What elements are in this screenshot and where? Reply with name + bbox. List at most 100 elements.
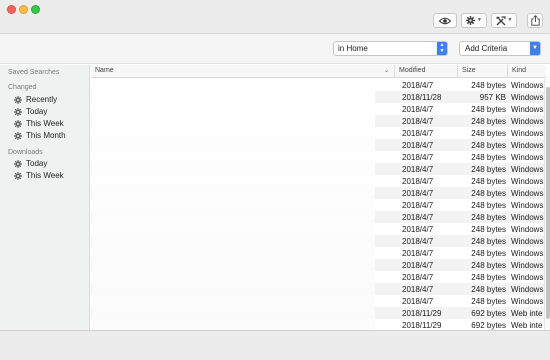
kind-cell: Windows	[511, 128, 544, 138]
sidebar-item-label: This Month	[26, 131, 66, 140]
kind-cell: Windows	[511, 236, 544, 246]
modified-cell: 2018/4/7	[402, 164, 434, 174]
gear-icon	[14, 119, 22, 128]
add-criteria-label: Add Criteria	[465, 44, 508, 53]
size-cell: 248 bytes	[471, 200, 506, 210]
size-cell: 248 bytes	[471, 224, 506, 234]
sidebar-header-downloads: Downloads	[8, 149, 43, 156]
column-header-name[interactable]: Name ⌄	[91, 65, 395, 78]
size-cell: 957 KB	[479, 92, 506, 102]
size-cell: 248 bytes	[471, 128, 506, 138]
size-cell: 248 bytes	[471, 188, 506, 198]
sidebar-item-label: This Week	[26, 171, 64, 180]
column-header-size[interactable]: Size	[458, 65, 508, 78]
column-header-label: Kind	[512, 67, 527, 74]
modified-cell: 2018/4/7	[402, 104, 434, 114]
size-cell: 248 bytes	[471, 80, 506, 90]
column-header-modified[interactable]: Modified	[395, 65, 458, 78]
arrange-menu-button[interactable]: ▼	[491, 13, 517, 28]
kind-cell: Windows	[511, 92, 544, 102]
gear-icon	[14, 107, 22, 116]
status-bar	[0, 330, 550, 360]
kind-cell: Web inte	[511, 320, 543, 330]
sidebar: Saved Searches Changed Recently Today Th…	[0, 65, 90, 330]
kind-cell: Windows	[511, 224, 544, 234]
search-scope-value: in Home	[338, 44, 368, 53]
size-cell: 248 bytes	[471, 212, 506, 222]
size-cell: 248 bytes	[471, 140, 506, 150]
size-cell: 692 bytes	[471, 320, 506, 330]
kind-cell: Windows	[511, 272, 544, 282]
gear-icon	[466, 16, 476, 25]
size-cell: 248 bytes	[471, 152, 506, 162]
size-cell: 248 bytes	[471, 272, 506, 282]
kind-cell: Windows	[511, 152, 544, 162]
size-cell: 248 bytes	[471, 260, 506, 270]
vertical-scrollbar[interactable]	[544, 79, 550, 330]
gear-icon	[14, 159, 22, 168]
redacted-file-names	[92, 80, 375, 330]
sidebar-item-label: This Week	[26, 119, 64, 128]
modified-cell: 2018/4/7	[402, 272, 434, 282]
kind-cell: Windows	[511, 260, 544, 270]
column-header-label: Modified	[399, 67, 426, 74]
sidebar-item-label: Recently	[26, 95, 58, 104]
action-menu-button[interactable]: ▼	[461, 13, 487, 28]
modified-cell: 2018/4/7	[402, 260, 434, 270]
sidebar-item-this-week[interactable]: This Week	[14, 118, 64, 129]
kind-cell: Windows	[511, 164, 544, 174]
modified-cell: 2018/4/7	[402, 248, 434, 258]
size-cell: 248 bytes	[471, 248, 506, 258]
sidebar-item-downloads-today[interactable]: Today	[14, 158, 47, 169]
search-scope-select[interactable]: in Home ▲ ▼	[333, 41, 448, 56]
modified-cell: 2018/11/29	[402, 320, 442, 330]
modified-cell: 2018/4/7	[402, 128, 434, 138]
scrollbar-thumb[interactable]	[546, 87, 550, 319]
modified-cell: 2018/4/7	[402, 152, 434, 162]
modified-cell: 2018/4/7	[402, 176, 434, 186]
chevron-down-icon: ▼	[530, 42, 540, 55]
column-header-kind[interactable]: Kind	[508, 65, 546, 78]
modified-cell: 2018/4/7	[402, 140, 434, 150]
size-cell: 248 bytes	[471, 116, 506, 126]
sidebar-item-label: Today	[26, 107, 48, 116]
modified-cell: 2018/4/7	[402, 116, 434, 126]
modified-cell: 2018/4/7	[402, 212, 434, 222]
gear-icon	[14, 131, 22, 140]
size-cell: 248 bytes	[471, 164, 506, 174]
kind-cell: Windows	[511, 80, 544, 90]
size-cell: 248 bytes	[471, 176, 506, 186]
zoom-window-button[interactable]	[31, 5, 40, 14]
column-header-label: Name	[95, 67, 114, 74]
modified-cell: 2018/4/7	[402, 236, 434, 246]
sidebar-item-downloads-this-week[interactable]: This Week	[14, 170, 64, 181]
kind-cell: Windows	[511, 116, 544, 126]
sidebar-header-saved-searches: Saved Searches	[8, 69, 60, 76]
sidebar-item-recently[interactable]: Recently	[14, 94, 57, 105]
sidebar-item-today[interactable]: Today	[14, 106, 47, 117]
chevron-down-icon: ▼	[507, 17, 513, 23]
kind-cell: Windows	[511, 200, 544, 210]
kind-cell: Windows	[511, 188, 544, 198]
add-criteria-select[interactable]: Add Criteria ▼	[459, 41, 541, 56]
sidebar-header-changed: Changed	[8, 84, 37, 91]
quick-look-button[interactable]	[433, 13, 457, 28]
kind-cell: Windows	[511, 248, 544, 258]
kind-cell: Windows	[511, 284, 544, 294]
minimize-window-button[interactable]	[19, 5, 28, 14]
modified-cell: 2018/4/7	[402, 200, 434, 210]
chevron-updown-icon: ▲ ▼	[437, 42, 447, 55]
sidebar-item-this-month[interactable]: This Month	[14, 130, 66, 141]
sidebar-item-label: Today	[26, 159, 48, 168]
close-window-button[interactable]	[7, 5, 16, 14]
kind-cell: Windows	[511, 296, 544, 306]
size-cell: 248 bytes	[471, 236, 506, 246]
eye-icon	[439, 17, 451, 24]
modified-cell: 2018/11/29	[402, 308, 442, 318]
share-icon	[530, 15, 540, 26]
modified-cell: 2018/4/7	[402, 224, 434, 234]
window-titlebar: ▼ ▼	[0, 0, 550, 34]
kind-cell: Windows	[511, 140, 544, 150]
modified-cell: 2018/11/28	[402, 92, 442, 102]
share-button[interactable]	[527, 13, 543, 28]
